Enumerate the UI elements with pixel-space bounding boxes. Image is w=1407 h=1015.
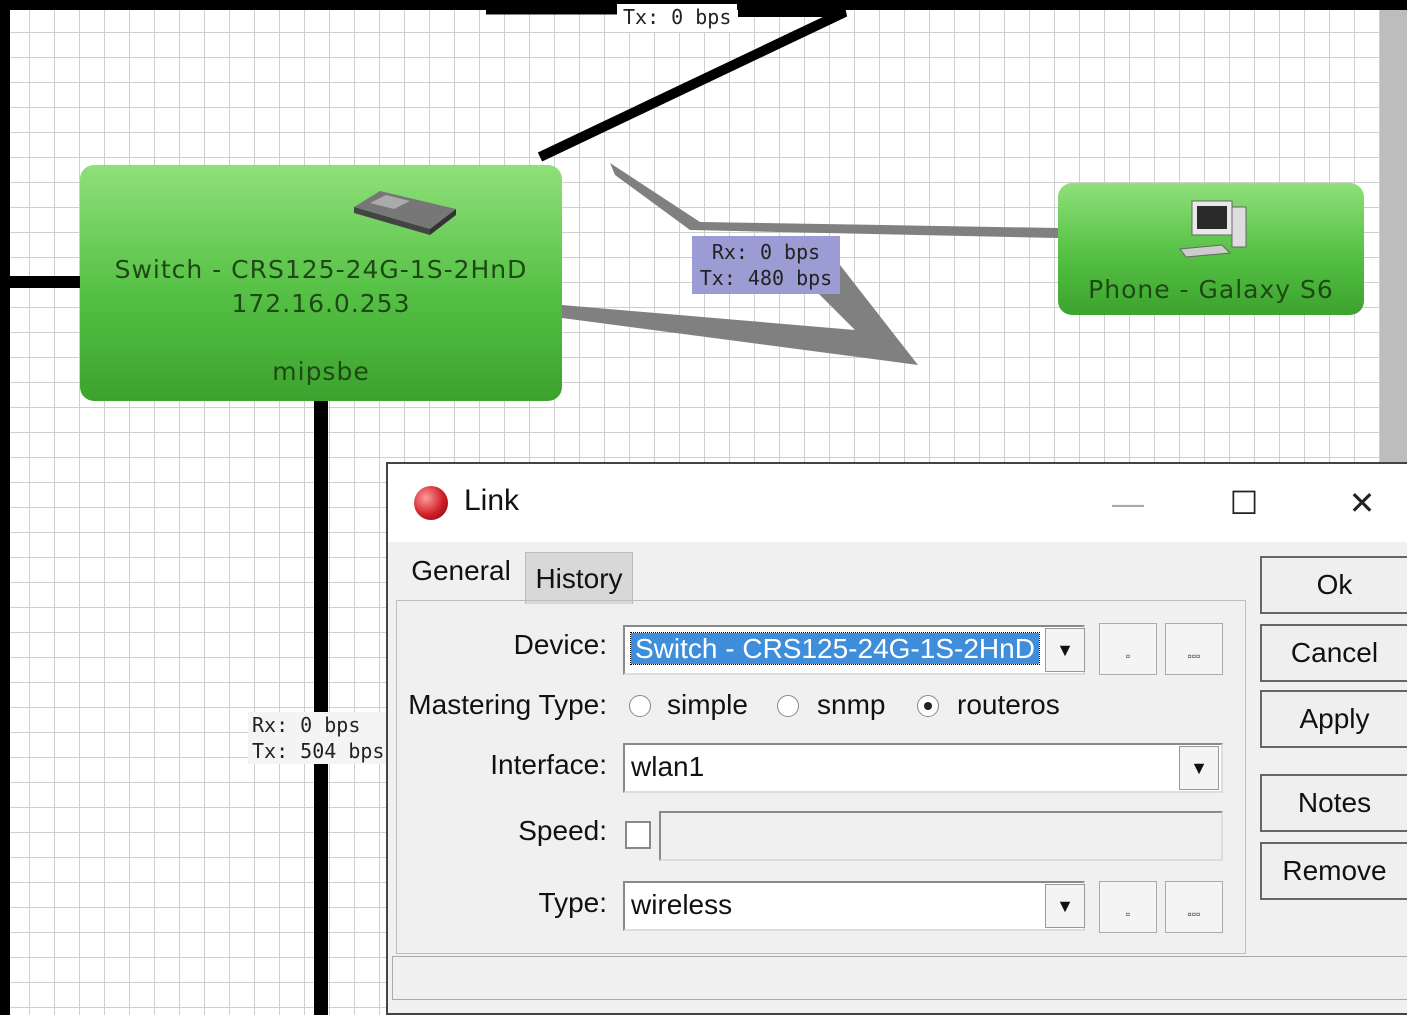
dialog-title: Link: [464, 484, 520, 517]
link-wireless[interactable]: [610, 163, 1058, 238]
link-down-rate: Rx: 0 bps Tx: 504 bps: [248, 712, 389, 764]
minimize-button[interactable]: —: [1100, 478, 1156, 528]
computer-icon: [1179, 200, 1247, 258]
type-multi-button[interactable]: ▫▫▫: [1165, 881, 1223, 933]
device-label: Device:: [513, 629, 607, 660]
apply-button[interactable]: Apply: [1260, 690, 1407, 748]
close-button[interactable]: ✕: [1334, 478, 1390, 528]
type-dropdown-button[interactable]: ▼: [1045, 884, 1085, 928]
phone-node[interactable]: Phone - Galaxy S6: [1058, 183, 1364, 315]
radio-snmp[interactable]: [777, 695, 799, 717]
tab-general[interactable]: General: [400, 546, 522, 602]
chevron-down-icon: ▼: [1056, 640, 1074, 660]
device-dropdown-button[interactable]: ▼: [1045, 628, 1085, 672]
switch-node-name: Switch - CRS125-24G-1S-2HnD: [114, 255, 528, 284]
radio-snmp-label: snmp: [817, 689, 886, 720]
link-wireless-tx: Tx: 480 bps: [699, 266, 833, 290]
mastering-type-label: Mastering Type:: [408, 689, 607, 720]
switch-device-icon: [354, 191, 456, 235]
general-panel: Device: Switch - CRS125-24G-1S-2HnD ▼ ▫ …: [396, 600, 1246, 954]
speed-label: Speed:: [518, 815, 607, 846]
winbox-app-icon: [414, 486, 448, 520]
tab-history[interactable]: History: [525, 552, 633, 604]
interface-label: Interface:: [490, 749, 607, 780]
switch-node-arch: mipsbe: [272, 357, 370, 386]
status-bar: [392, 956, 1407, 1000]
radio-routeros-label: routeros: [957, 689, 1060, 720]
ok-button[interactable]: Ok: [1260, 556, 1407, 614]
notes-button[interactable]: Notes: [1260, 774, 1407, 832]
switch-node[interactable]: Switch - CRS125-24G-1S-2HnD 172.16.0.253…: [80, 165, 562, 401]
device-value: Switch - CRS125-24G-1S-2HnD: [630, 632, 1040, 665]
link-top-rate: Tx: 0 bps: [617, 4, 738, 32]
device-single-button[interactable]: ▫: [1099, 623, 1157, 675]
link-down-rx: Rx: 0 bps: [252, 713, 361, 737]
interface-select[interactable]: wlan1: [623, 743, 1223, 793]
type-select[interactable]: wireless: [623, 881, 1085, 931]
remove-button[interactable]: Remove: [1260, 842, 1407, 900]
cancel-button[interactable]: Cancel: [1260, 624, 1407, 682]
speed-checkbox[interactable]: [625, 821, 651, 849]
interface-dropdown-button[interactable]: ▼: [1179, 746, 1219, 790]
type-value: wireless: [631, 889, 733, 920]
interface-value: wlan1: [631, 751, 705, 782]
chevron-down-icon: ▼: [1190, 758, 1208, 778]
switch-node-ip: 172.16.0.253: [231, 289, 411, 318]
phone-node-name: Phone - Galaxy S6: [1088, 275, 1334, 304]
radio-simple[interactable]: [629, 695, 651, 717]
link-dialog: Link — ☐ ✕ General History Device: Switc…: [386, 462, 1407, 1015]
maximize-button[interactable]: ☐: [1216, 478, 1272, 528]
speed-input[interactable]: [659, 811, 1223, 861]
dialog-titlebar[interactable]: Link — ☐ ✕: [388, 464, 1407, 542]
type-single-button[interactable]: ▫: [1099, 881, 1157, 933]
radio-simple-label: simple: [667, 689, 748, 720]
link-down-tx: Tx: 504 bps: [252, 739, 385, 763]
radio-routeros[interactable]: [917, 695, 939, 717]
device-multi-button[interactable]: ▫▫▫: [1165, 623, 1223, 675]
chevron-down-icon: ▼: [1056, 896, 1074, 916]
type-label: Type:: [538, 887, 607, 918]
link-top-zigzag[interactable]: [537, 7, 848, 162]
link-wireless-rate[interactable]: Rx: 0 bps Tx: 480 bps: [692, 236, 840, 294]
link-top-tx: Tx: 0 bps: [623, 5, 732, 29]
device-select[interactable]: Switch - CRS125-24G-1S-2HnD: [623, 625, 1085, 675]
link-wireless-rx: Rx: 0 bps: [711, 240, 821, 264]
